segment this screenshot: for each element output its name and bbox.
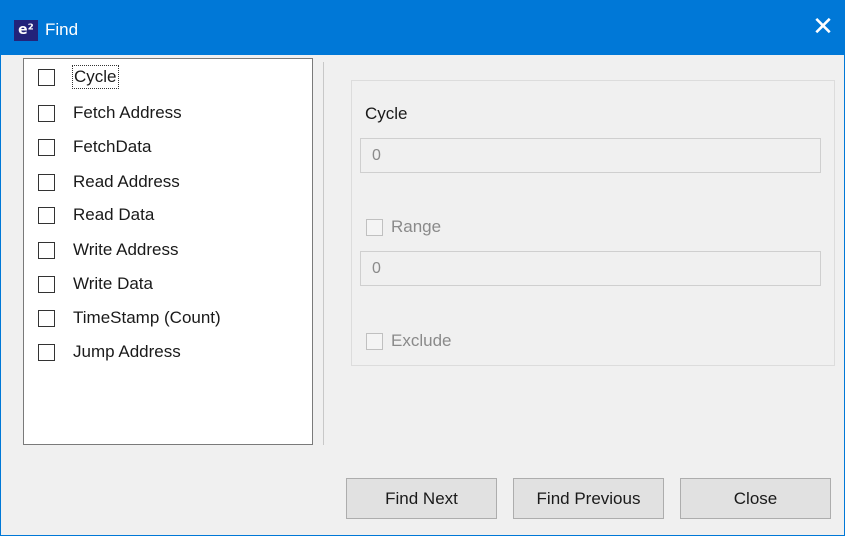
checkbox[interactable]: [38, 173, 55, 191]
list-item-label: Write Data: [73, 274, 153, 293]
splitter-divider[interactable]: [323, 62, 324, 445]
range-checkbox[interactable]: Range: [366, 217, 441, 237]
checkbox[interactable]: [38, 309, 55, 327]
close-icon: ✕: [812, 12, 834, 42]
checkbox[interactable]: [38, 206, 55, 224]
list-item-label: Read Address: [73, 172, 180, 191]
exclude-label: Exclude: [391, 331, 452, 350]
checkbox[interactable]: [38, 241, 55, 259]
checkbox[interactable]: [38, 275, 55, 293]
app-logo-icon: e²: [14, 20, 38, 41]
list-item-read-data[interactable]: Read Data: [38, 202, 154, 228]
checkbox[interactable]: [38, 104, 55, 122]
checkbox[interactable]: [38, 68, 55, 86]
list-item-write-data[interactable]: Write Data: [38, 271, 153, 297]
find-previous-button[interactable]: Find Previous: [513, 478, 664, 519]
checkbox[interactable]: [38, 343, 55, 361]
list-item-read-address[interactable]: Read Address: [38, 169, 180, 195]
close-window-button[interactable]: ✕: [800, 0, 845, 55]
list-item-timestamp-count[interactable]: TimeStamp (Count): [38, 305, 221, 331]
find-next-button[interactable]: Find Next: [346, 478, 497, 519]
checkbox[interactable]: [366, 332, 383, 350]
field-label: Cycle: [365, 104, 408, 123]
value-input[interactable]: 0: [360, 138, 821, 173]
list-item-label: Write Address: [73, 240, 179, 259]
list-item-label: FetchData: [73, 137, 152, 156]
range-input[interactable]: 0: [360, 251, 821, 286]
close-button[interactable]: Close: [680, 478, 831, 519]
exclude-checkbox[interactable]: Exclude: [366, 331, 451, 351]
fields-listbox[interactable]: Cycle Fetch Address FetchData Read Addre…: [23, 58, 313, 445]
list-item-cycle[interactable]: Cycle: [38, 64, 119, 90]
title-bar[interactable]: e² Find ✕: [1, 0, 845, 55]
list-item-label: Read Data: [73, 205, 155, 224]
list-item-write-address[interactable]: Write Address: [38, 237, 179, 263]
list-item-label: Jump Address: [73, 342, 181, 361]
list-item-jump-address[interactable]: Jump Address: [38, 339, 181, 365]
list-item-fetch-address[interactable]: Fetch Address: [38, 100, 182, 126]
range-label: Range: [391, 217, 442, 236]
checkbox[interactable]: [38, 138, 55, 156]
checkbox[interactable]: [366, 218, 383, 236]
list-item-fetchdata[interactable]: FetchData: [38, 134, 151, 160]
window-title: Find: [45, 20, 79, 39]
list-item-label: TimeStamp (Count): [73, 308, 221, 327]
list-item-label: Fetch Address: [73, 103, 182, 122]
list-item-label: Cycle: [72, 65, 119, 89]
find-dialog: e² Find ✕ Cycle Fetch Address FetchData …: [0, 0, 845, 536]
